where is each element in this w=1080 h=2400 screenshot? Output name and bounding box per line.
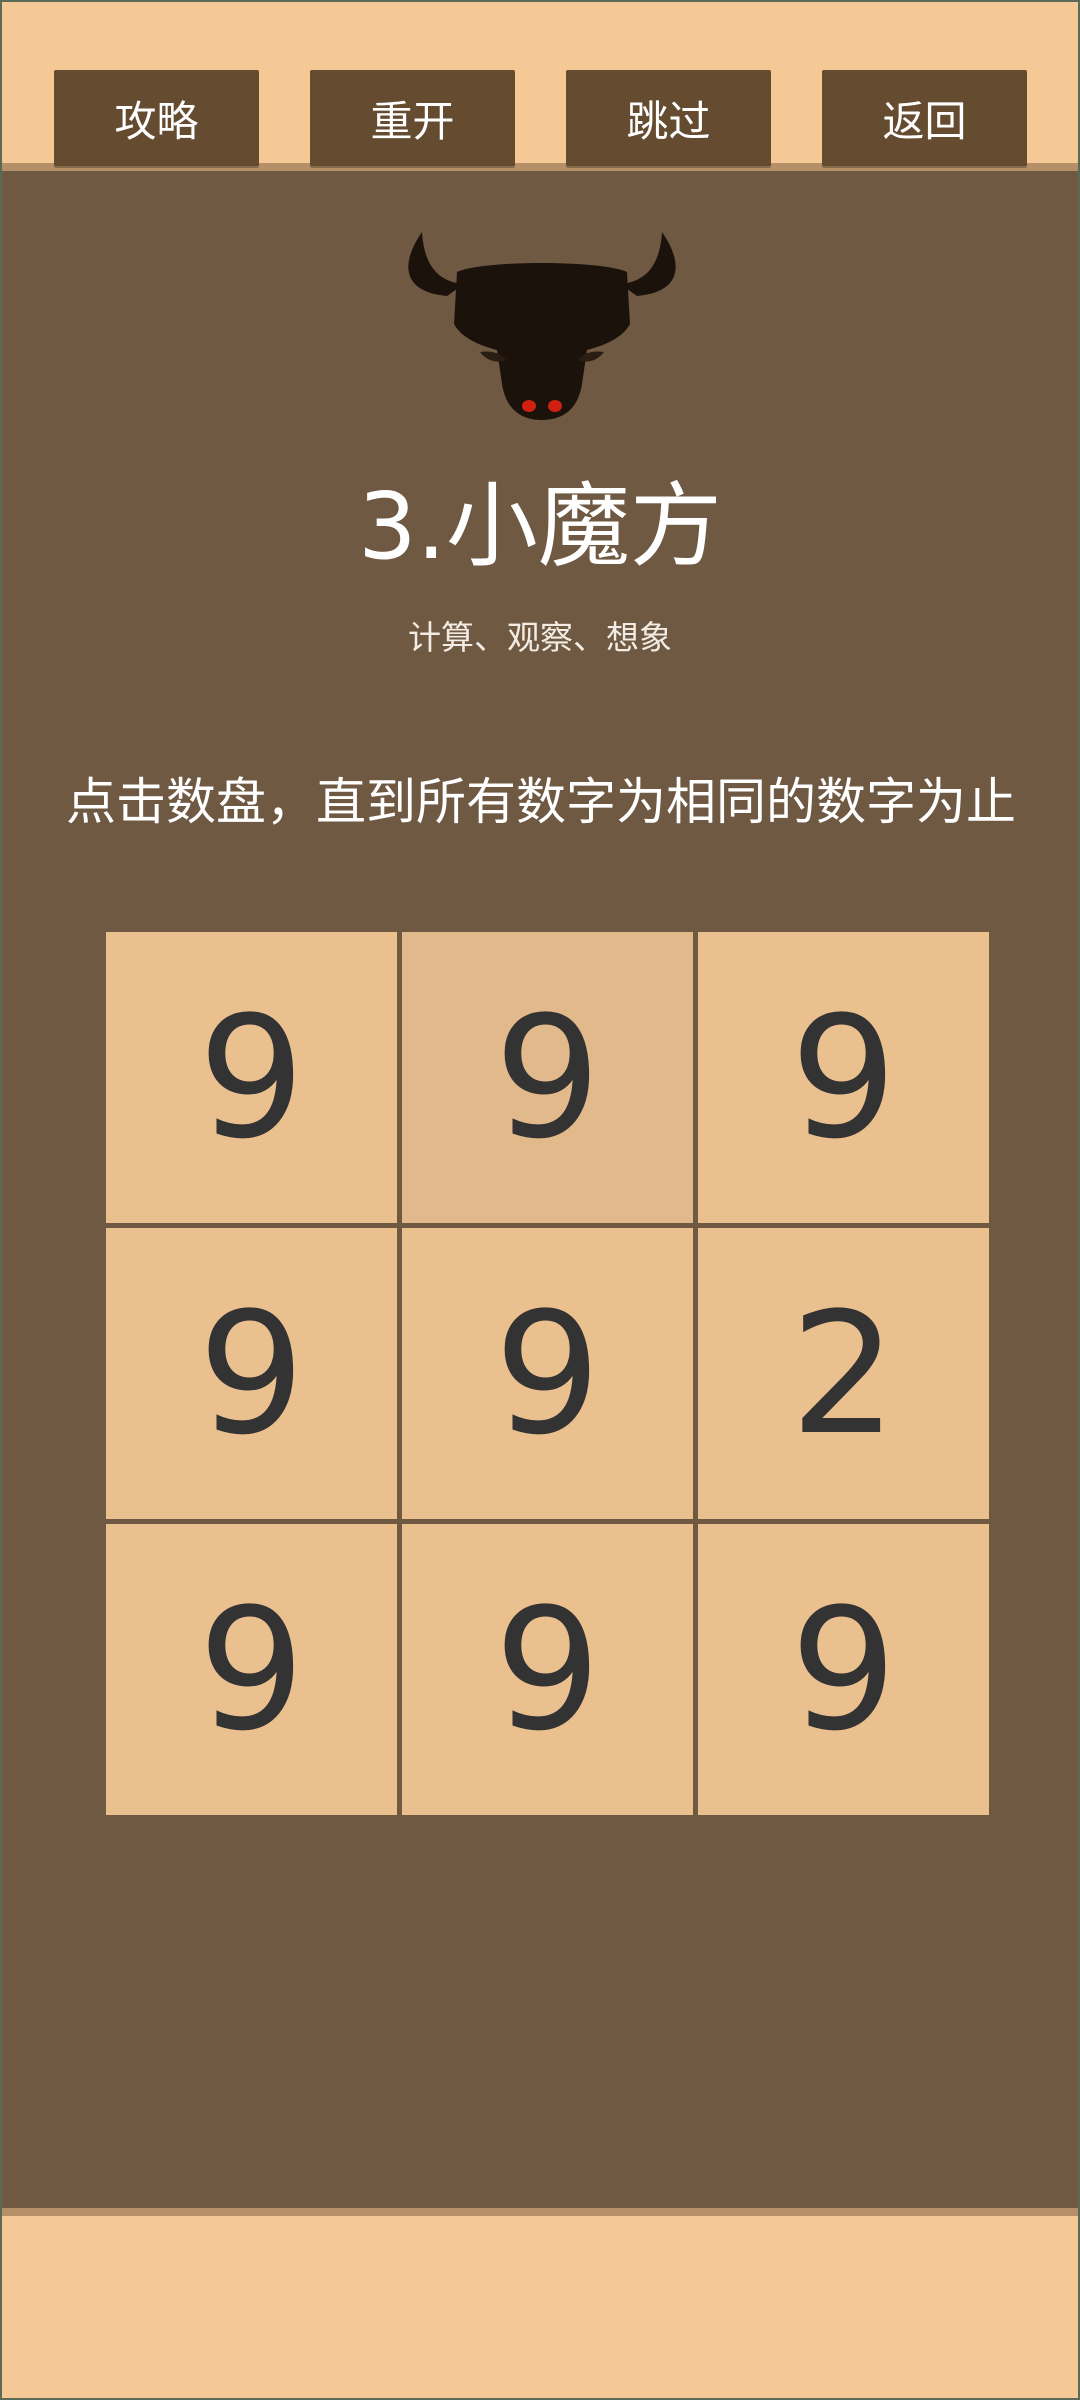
bull-head-icon [392, 224, 692, 424]
board-cell[interactable]: 2 [698, 1228, 989, 1519]
board-cell[interactable]: 9 [402, 1524, 693, 1815]
board-cell[interactable]: 9 [698, 1524, 989, 1815]
number-board: 9 9 9 9 9 2 9 9 9 [106, 932, 990, 1816]
bottom-bar [2, 2208, 1078, 2398]
back-button[interactable]: 返回 [822, 70, 1027, 166]
board-cell[interactable]: 9 [402, 932, 693, 1223]
skip-button[interactable]: 跳过 [566, 70, 771, 166]
restart-button[interactable]: 重开 [310, 70, 515, 166]
board-cell[interactable]: 9 [402, 1228, 693, 1519]
board-cell[interactable]: 9 [106, 1228, 397, 1519]
game-screen: 攻略 重开 跳过 返回 3.小魔方 计算、观察、想象 点击数盘，直到所有数字为相… [0, 0, 1080, 2400]
top-toolbar: 攻略 重开 跳过 返回 [2, 2, 1078, 171]
board-cell[interactable]: 9 [698, 932, 989, 1223]
level-title: 3.小魔方 [358, 473, 722, 580]
board-cell[interactable]: 9 [106, 932, 397, 1223]
guide-button[interactable]: 攻略 [54, 70, 259, 166]
board-cell[interactable]: 9 [106, 1524, 397, 1815]
instruction-text: 点击数盘，直到所有数字为相同的数字为止 [66, 773, 1016, 831]
level-tags: 计算、观察、想象 [408, 618, 672, 657]
